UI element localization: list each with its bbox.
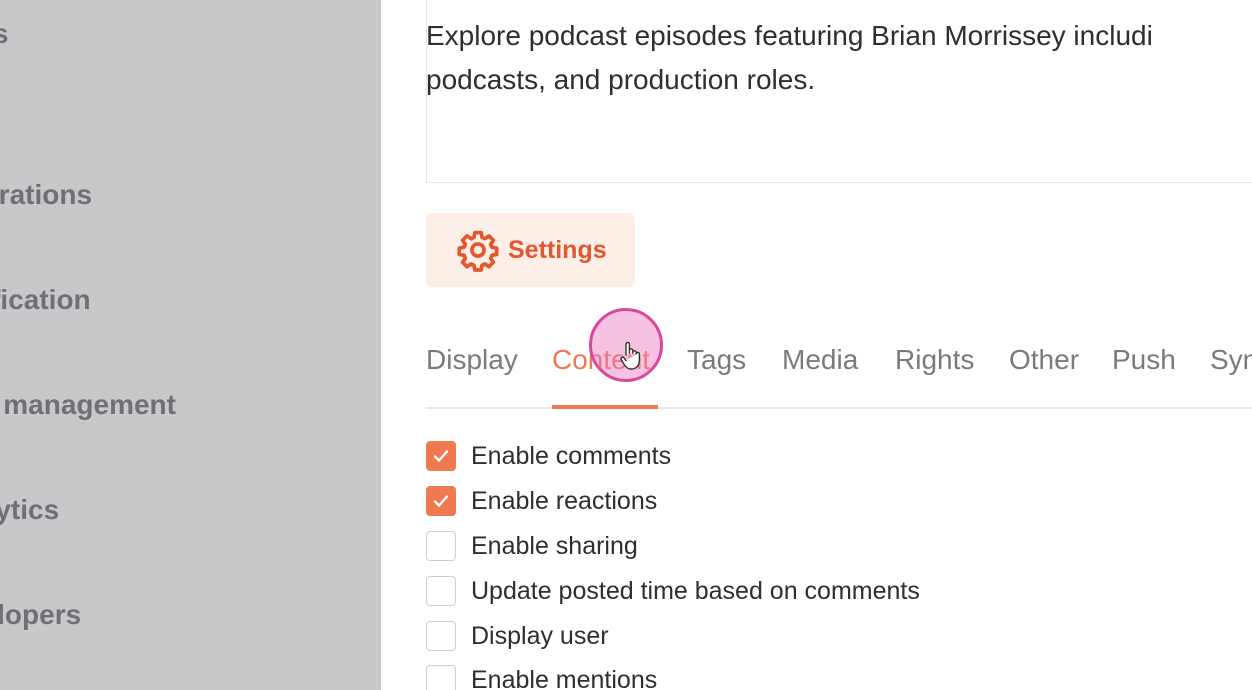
settings-button[interactable]: Settings (426, 213, 635, 287)
checkbox-display-user[interactable] (426, 621, 456, 651)
checkmark-icon (433, 450, 449, 462)
tab-other[interactable]: Other (1009, 344, 1079, 376)
sidebar-item-notification[interactable]: tification (0, 284, 91, 316)
option-enable-comments[interactable]: Enable comments (426, 440, 671, 472)
checkbox-enable-mentions[interactable] (426, 665, 456, 690)
checkbox-update-posted-time[interactable] (426, 576, 456, 606)
option-label: Display user (471, 621, 609, 650)
sidebar-item-developers[interactable]: velopers (0, 599, 81, 631)
option-enable-mentions[interactable]: Enable mentions (426, 664, 657, 690)
settings-button-label: Settings (508, 235, 607, 264)
tab-media[interactable]: Media (782, 344, 858, 376)
checkbox-enable-reactions[interactable] (426, 486, 456, 516)
option-display-user[interactable]: Display user (426, 620, 609, 652)
tab-tags[interactable]: Tags (687, 344, 746, 376)
description-line-1: Explore podcast episodes featuring Brian… (426, 20, 1153, 51)
checkbox-enable-sharing[interactable] (426, 531, 456, 561)
sidebar: ats egrations tification er management a… (0, 0, 381, 690)
tab-rights[interactable]: Rights (895, 344, 974, 376)
option-label: Enable comments (471, 441, 672, 470)
option-label: Enable reactions (471, 486, 658, 515)
description-line-2: podcasts, and production roles. (426, 64, 816, 95)
checkmark-icon (433, 495, 449, 507)
tab-content[interactable]: Content (552, 344, 650, 376)
sidebar-item-analytics[interactable]: alytics (0, 494, 59, 526)
description-text: Explore podcast episodes featuring Brian… (426, 14, 1252, 102)
option-enable-reactions[interactable]: Enable reactions (426, 485, 657, 517)
tab-syndication[interactable]: Syn (1210, 344, 1252, 376)
option-label: Enable mentions (471, 665, 658, 690)
settings-tabs: Display Content Tags Media Rights Other … (426, 330, 1252, 410)
gear-icon (457, 230, 499, 272)
active-tab-indicator (552, 405, 658, 409)
tab-display[interactable]: Display (426, 344, 518, 376)
tab-push[interactable]: Push (1112, 344, 1176, 376)
option-enable-sharing[interactable]: Enable sharing (426, 530, 638, 562)
checkbox-enable-comments[interactable] (426, 441, 456, 471)
sidebar-item-user-management[interactable]: er management (0, 389, 176, 421)
option-label: Update posted time based on comments (471, 576, 920, 605)
main-panel: Explore podcast episodes featuring Brian… (381, 0, 1252, 690)
tabs-divider (426, 407, 1252, 409)
sidebar-item-chats[interactable]: ats (0, 18, 8, 50)
sidebar-item-integrations[interactable]: egrations (0, 179, 92, 211)
option-update-posted-time[interactable]: Update posted time based on comments (426, 575, 920, 607)
option-label: Enable sharing (471, 531, 638, 560)
